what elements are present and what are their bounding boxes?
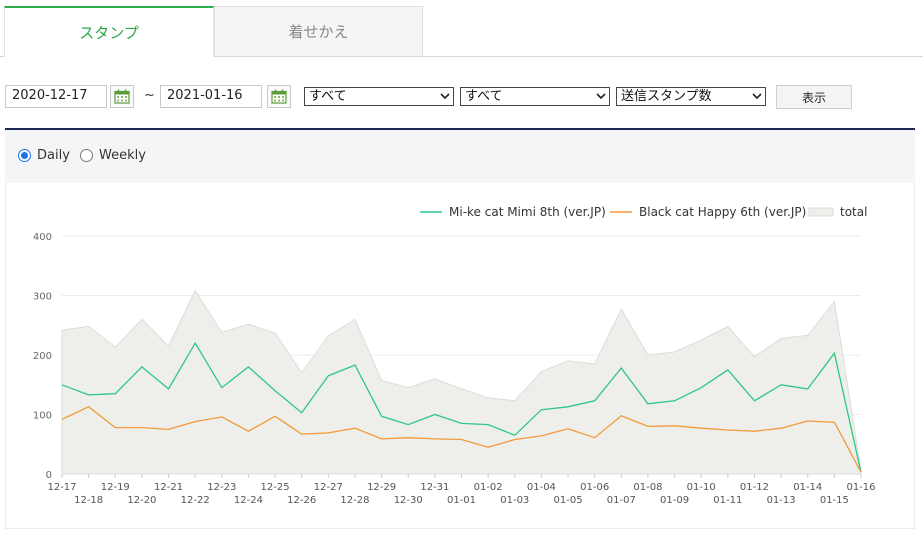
legend-label: total: [840, 205, 867, 219]
legend-label: Mi-ke cat Mimi 8th (ver.JP): [449, 205, 606, 219]
chevron-down-icon: [596, 93, 606, 100]
x-tick-label: 12-18: [74, 495, 103, 506]
legend-label: Black cat Happy 6th (ver.JP): [639, 205, 806, 219]
chart-container: 0 100 200 300 400 12-17 12-18 12-19 12-20 12-21 12…: [5, 181, 915, 529]
x-tick-label: 01-06: [580, 482, 609, 493]
radio-daily[interactable]: Daily: [18, 148, 70, 163]
radio-weekly[interactable]: Weekly: [80, 148, 146, 163]
x-tick-label: 01-10: [687, 482, 716, 493]
tab-stamps[interactable]: スタンプ: [4, 6, 214, 57]
x-tick-label: 01-13: [767, 495, 796, 506]
start-calendar-button[interactable]: [110, 85, 134, 108]
x-tick-label: 12-17: [47, 482, 76, 493]
show-button[interactable]: 表示: [776, 85, 852, 109]
legend-swatch: [808, 207, 834, 217]
filter-bar: 2020-12-17 ~ 2021-01-16 すべて すべて 送信スタンプ数 …: [0, 84, 923, 110]
x-tick-label: 12-31: [420, 482, 449, 493]
tab-bar: スタンプ 着せかえ: [0, 0, 923, 57]
tab-themes[interactable]: 着せかえ: [214, 6, 423, 56]
x-tick-label: 01-03: [500, 495, 529, 506]
x-tick-label: 12-22: [181, 495, 210, 506]
metric-select[interactable]: 送信スタンプ数: [616, 87, 766, 106]
chevron-down-icon: [440, 93, 450, 100]
x-tick-label: 12-30: [394, 495, 423, 506]
date-range-separator: ~: [144, 88, 155, 103]
x-tick-label: 01-09: [660, 495, 689, 506]
calendar-icon: [271, 89, 287, 104]
start-date-input[interactable]: 2020-12-17: [5, 85, 107, 108]
end-date-input[interactable]: 2021-01-16: [160, 85, 262, 108]
x-tick-label: 12-23: [207, 482, 236, 493]
x-tick-label: 01-05: [554, 495, 583, 506]
series-area-total: [61, 289, 862, 475]
y-tick-label: 400: [33, 232, 52, 243]
end-calendar-button[interactable]: [267, 85, 291, 108]
item-select-value: すべて: [465, 89, 503, 104]
y-tick-label: 300: [33, 292, 52, 303]
chevron-down-icon: [752, 93, 762, 100]
calendar-icon: [114, 89, 130, 104]
x-tick-label: 12-27: [314, 482, 343, 493]
radio-daily-label: Daily: [37, 148, 70, 163]
x-tick-label: 01-07: [607, 495, 636, 506]
x-tick-label: 12-21: [154, 482, 183, 493]
y-tick-label: 0: [46, 470, 52, 481]
radio-weekly-label: Weekly: [99, 148, 146, 163]
x-tick-label: 12-24: [234, 495, 263, 506]
x-tick-label: 01-08: [633, 482, 662, 493]
x-tick-label: 12-28: [340, 495, 369, 506]
radio-weekly-circle[interactable]: [80, 149, 93, 162]
x-tick-label: 01-15: [820, 495, 849, 506]
x-tick-label: 01-01: [447, 495, 476, 506]
category-select-value: すべて: [309, 89, 347, 104]
period-toggle: Daily Weekly: [5, 130, 915, 180]
line-chart: 0 100 200 300 400 12-17 12-18 12-19 12-20 12-21 12…: [33, 205, 876, 506]
y-tick-label: 100: [33, 411, 52, 422]
x-tick-label: 01-16: [846, 482, 875, 493]
x-tick-label: 12-29: [367, 482, 396, 493]
x-tick-label: 12-20: [127, 495, 156, 506]
x-tick-label: 01-04: [527, 482, 556, 493]
x-tick-label: 12-26: [287, 495, 316, 506]
x-tick-label: 01-11: [713, 495, 742, 506]
radio-daily-circle[interactable]: [18, 149, 31, 162]
y-tick-label: 200: [33, 351, 52, 362]
metric-select-value: 送信スタンプ数: [621, 89, 712, 104]
category-select[interactable]: すべて: [304, 87, 454, 106]
x-tick-label: 12-25: [261, 482, 290, 493]
x-tick-label: 01-12: [740, 482, 769, 493]
item-select[interactable]: すべて: [460, 87, 610, 106]
x-tick-label: 01-02: [474, 482, 503, 493]
x-tick-label: 12-19: [101, 482, 130, 493]
x-tick-label: 01-14: [793, 482, 822, 493]
